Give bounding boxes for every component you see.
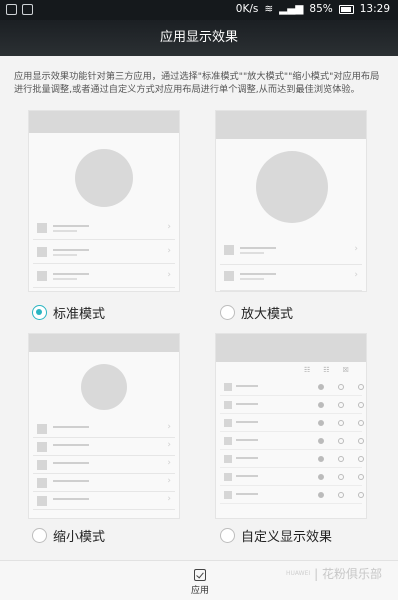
photo-icon [6,4,17,15]
preview-row: › [33,265,175,288]
radio-enlarge[interactable] [220,305,235,320]
image-icon [22,4,33,15]
preview-enlarge[interactable]: › › [215,110,367,292]
preview-row [220,414,364,432]
preview-avatar [81,364,127,410]
description-text: 应用显示效果功能针对第三方应用，通过选择"标准模式""放大模式""缩小模式"对应… [14,71,380,95]
option-enlarge-label: 放大模式 [241,307,294,322]
preview-header [29,334,179,352]
option-custom-label: 自定义显示效果 [241,530,333,545]
preview-row: › [33,456,175,474]
option-shrink[interactable]: 缩小模式 [32,526,105,545]
preview-row [220,378,364,396]
preview-row: › [220,265,362,291]
page-title: 应用显示效果 [0,20,398,56]
preview-row: › [33,241,175,264]
checkbox-icon [194,569,206,581]
preview-shrink[interactable]: › › › › › [28,333,180,519]
radio-standard[interactable] [32,305,47,320]
option-shrink-label: 缩小模式 [53,530,106,545]
preview-avatar [256,151,328,223]
preview-header [216,334,366,362]
battery-icon [338,4,354,14]
option-standard-label: 标准模式 [53,307,106,322]
wifi-icon: ≋ [264,3,274,15]
preview-row [220,432,364,450]
apply-button[interactable]: 应用 [186,569,214,596]
preview-row: › [33,438,175,456]
preview-row: › [33,217,175,240]
preview-row [220,396,364,414]
preview-row [220,450,364,468]
watermark-text: | 花粉俱乐部 [314,567,382,581]
network-speed: 0K/s [235,3,259,15]
watermark: HUAWEI | 花粉俱乐部 [286,565,382,582]
option-standard[interactable]: 标准模式 [32,303,105,322]
preview-avatar [75,149,133,207]
preview-row: › [33,474,175,492]
preview-standard[interactable]: › › › [28,110,180,292]
preview-header [29,111,179,133]
preview-row: › [220,239,362,265]
status-left-icons [6,4,33,15]
preview-custom[interactable]: ☷ ☷ ☒ [215,333,367,519]
status-bar: 0K/s ≋ ▂▄▆ 85% 13:29 [0,0,398,20]
status-right: 0K/s ≋ ▂▄▆ 85% 13:29 [236,3,390,15]
option-enlarge[interactable]: 放大模式 [220,303,293,322]
apply-label: 应用 [190,586,209,596]
preview-column-icons: ☷ ☷ ☒ [304,366,349,374]
clock: 13:29 [359,3,390,15]
radio-custom[interactable] [220,528,235,543]
preview-row: › [33,492,175,510]
preview-row [220,468,364,486]
signal-icon: ▂▄▆ [279,3,304,15]
preview-header [216,111,366,139]
huawei-logo: HUAWEI [285,570,311,577]
preview-row [220,486,364,504]
battery-percent: 85% [309,3,333,15]
radio-shrink[interactable] [32,528,47,543]
preview-row: › [33,420,175,438]
option-custom[interactable]: 自定义显示效果 [220,526,332,545]
